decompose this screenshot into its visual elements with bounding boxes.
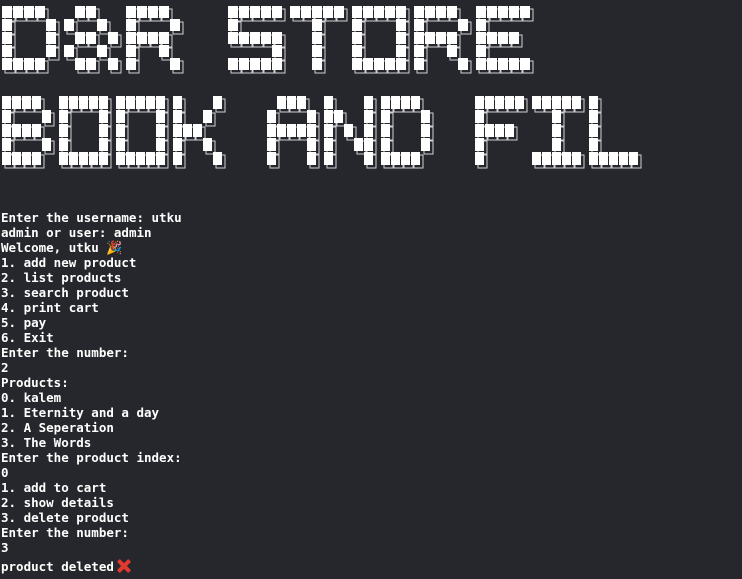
- role-line: admin or user: admin: [1, 225, 182, 240]
- number-prompt: Enter the number:: [1, 345, 129, 360]
- ascii-banner: [0, 0, 742, 190]
- banner-letter: [324, 96, 377, 169]
- party-popper-icon: 🎉: [106, 241, 123, 256]
- menu-item-print-cart: 4. print cart: [1, 300, 99, 315]
- banner-letter: [126, 6, 184, 74]
- banner-letter: [228, 6, 286, 74]
- banner-line-store: [2, 6, 534, 74]
- banner-letter: [589, 96, 642, 169]
- number-prompt: Enter the number:: [1, 525, 129, 540]
- role-value: admin: [113, 225, 152, 240]
- banner-letter: [267, 96, 320, 169]
- banner-letter: [414, 6, 472, 74]
- banner-letter: [290, 6, 348, 74]
- product-menu-delete: 3. delete product: [1, 510, 129, 525]
- banner-letter: [59, 96, 112, 169]
- welcome-line: Welcome, utku 🎉: [1, 240, 182, 256]
- cross-mark-icon: [117, 559, 131, 573]
- product-index-input[interactable]: 0: [1, 465, 182, 480]
- banner-letter: [2, 96, 55, 169]
- result-text: product deleted: [1, 559, 114, 574]
- product-item: 0. kalem: [1, 390, 62, 405]
- banner-line-book-and-film: [2, 96, 642, 169]
- banner-letter: [476, 6, 534, 74]
- banner-letter: [64, 6, 122, 74]
- username-value: utku: [151, 210, 182, 225]
- number-input[interactable]: 2: [1, 360, 182, 375]
- welcome-text: Welcome, utku: [1, 240, 107, 255]
- terminal-window: Enter the username: utku admin or user: …: [0, 0, 742, 579]
- username-prompt: Enter the username:: [1, 210, 152, 225]
- banner-letter: [173, 96, 226, 169]
- product-menu-add-to-cart: 1. add to cart: [1, 480, 107, 495]
- banner-art: [2, 6, 642, 169]
- product-index-prompt: Enter the product index:: [1, 450, 182, 465]
- number-input[interactable]: 3: [1, 540, 182, 555]
- username-line: Enter the username: utku: [1, 210, 182, 225]
- banner-letter: [532, 96, 585, 169]
- role-prompt: admin or user:: [1, 225, 114, 240]
- menu-item-add: 1. add new product: [1, 255, 137, 270]
- banner-letter: [475, 96, 528, 169]
- banner-letter: [352, 6, 410, 74]
- menu-item-exit: 6. Exit: [1, 330, 54, 345]
- products-heading: Products:: [1, 375, 69, 390]
- terminal-output: Enter the username: utku admin or user: …: [1, 210, 182, 575]
- menu-item-pay: 5. pay: [1, 315, 47, 330]
- menu-item-list: 2. list products: [1, 270, 122, 285]
- product-item: 2. A Seperation: [1, 420, 114, 435]
- banner-letter: [116, 96, 169, 169]
- menu-item-search: 3. search product: [1, 285, 129, 300]
- result-line: product deleted: [1, 555, 182, 575]
- product-menu-show-details: 2. show details: [1, 495, 114, 510]
- banner-letter: [381, 96, 434, 169]
- product-item: 1. Eternity and a day: [1, 405, 160, 420]
- banner-letter: [2, 6, 60, 74]
- product-item: 3. The Words: [1, 435, 92, 450]
